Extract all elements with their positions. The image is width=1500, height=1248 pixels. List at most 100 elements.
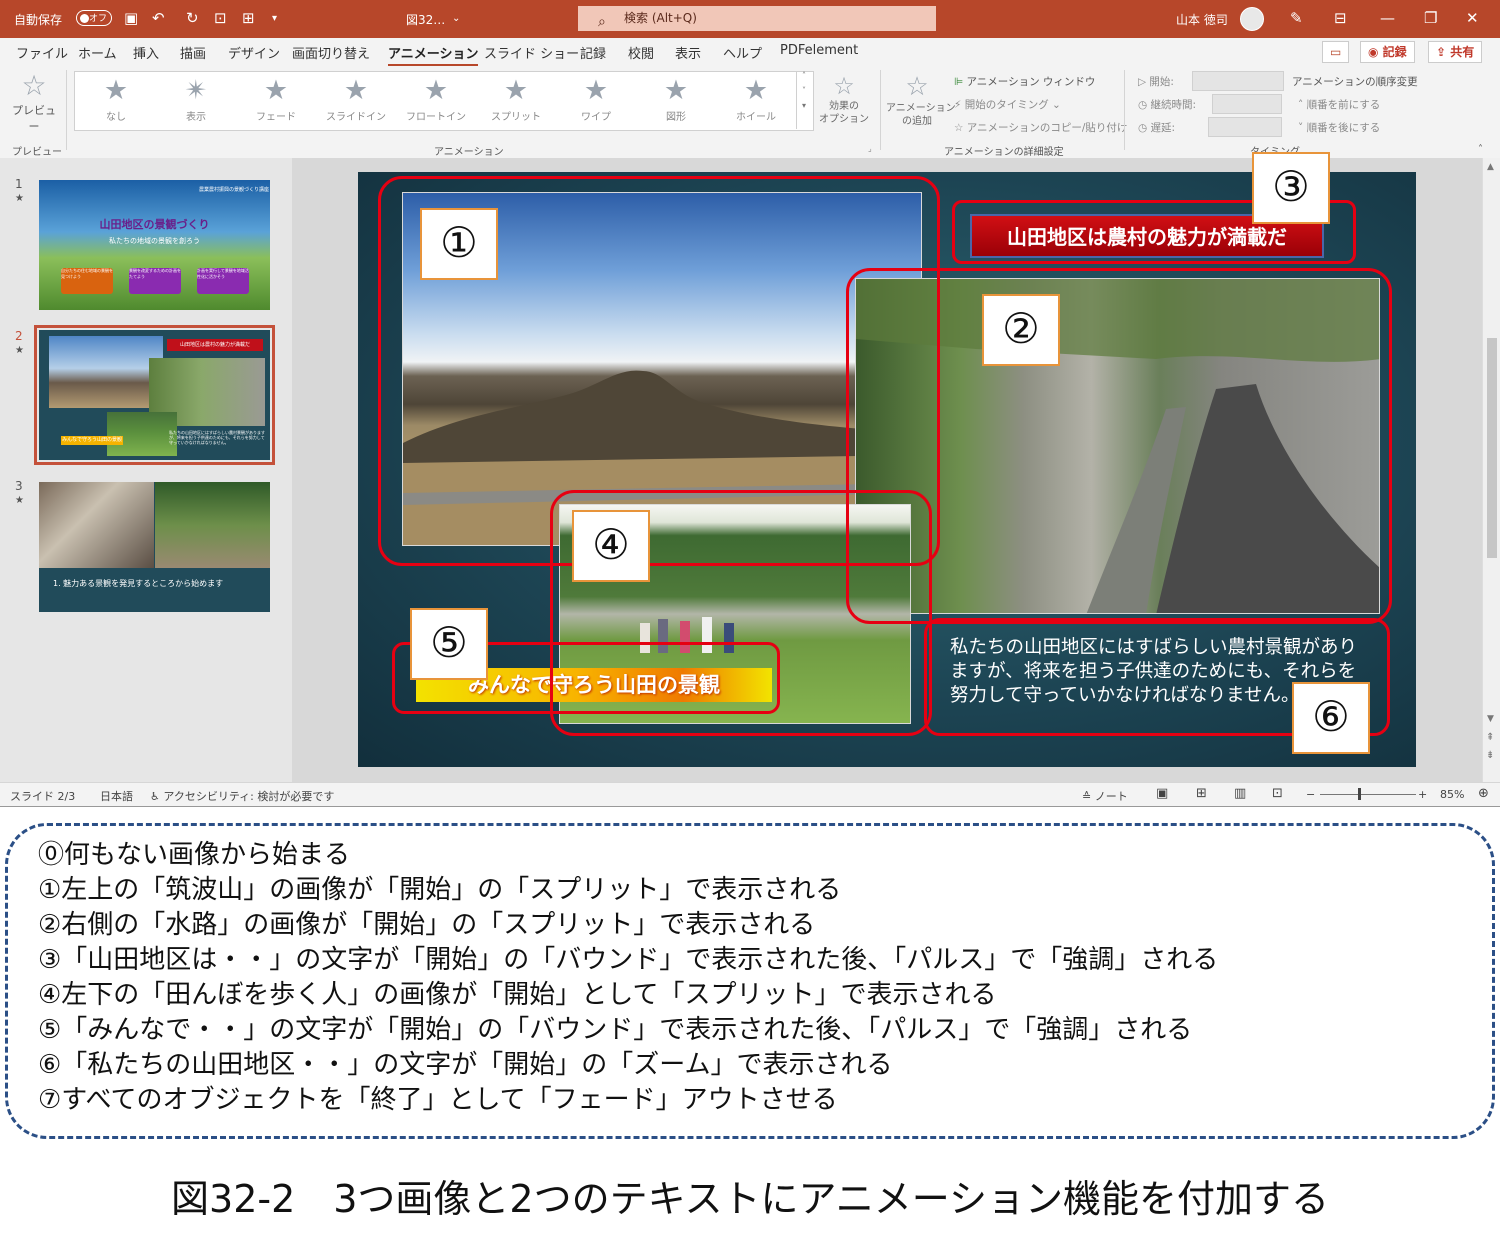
duration-input[interactable]: [1212, 94, 1282, 114]
slide-thumbnail-pane: 1 ★ 農業農村振興の景観づくり講座 山田地区の景観づくり 私たちの地域の景観を…: [0, 158, 293, 782]
tab-design[interactable]: デザイン: [228, 43, 280, 62]
tab-draw[interactable]: 描画: [180, 43, 206, 62]
preview-button[interactable]: ☆ プレビュー: [8, 70, 60, 134]
add-animation-button[interactable]: ☆ アニメーション の追加: [886, 72, 956, 128]
animation-painter-button[interactable]: ☆ アニメーションのコピー/貼り付け: [954, 120, 1127, 135]
customize-icon[interactable]: ⊞: [242, 9, 255, 27]
reading-view-icon[interactable]: ▥: [1234, 786, 1246, 801]
tab-home[interactable]: ホーム: [78, 43, 117, 62]
qat-dropdown-icon[interactable]: ▾: [272, 13, 277, 24]
anim-none[interactable]: ★ なし: [81, 74, 151, 123]
slide-thumbnail-3[interactable]: 1. 魅力ある景観を発見するところから始めます: [39, 482, 270, 612]
zoom-slider-thumb[interactable]: [1358, 788, 1361, 800]
restore-icon[interactable]: ❐: [1424, 9, 1437, 27]
tab-pdfelement[interactable]: PDFelement: [780, 43, 858, 58]
animation-pane-button[interactable]: ⊫ アニメーション ウィンドウ: [954, 74, 1095, 89]
accessibility-status[interactable]: ♿ アクセシビリティ: 検討が必要です: [150, 788, 334, 804]
preview-label: プレビュー: [12, 104, 56, 133]
anim-split[interactable]: ★ スプリット: [481, 74, 551, 123]
marker-1: ①: [420, 208, 498, 280]
slide-sorter-icon[interactable]: ⊞: [1196, 786, 1207, 801]
search-box[interactable]: ⌕ 検索 (Alt+Q): [578, 6, 936, 31]
anim-fade[interactable]: ★ フェード: [241, 74, 311, 123]
fit-slide-icon[interactable]: ⊕: [1478, 786, 1489, 801]
tab-help[interactable]: ヘルプ: [723, 43, 762, 62]
ribbon-display-icon[interactable]: ⊟: [1334, 9, 1347, 27]
tab-insert[interactable]: 挿入: [133, 43, 159, 62]
thumb-subtitle: 私たちの地域の景観を創ろう: [109, 237, 200, 245]
vertical-scrollbar[interactable]: ▲ ▼ ⇞ ⇟: [1482, 158, 1500, 782]
step-line: ②右側の「水路」の画像が「開始」の「スプリット」で表示される: [38, 910, 816, 940]
slide-thumbnail-2[interactable]: 山田地区は農村の魅力が満載だ みんなで守ろう山田の景観 私たちの山田地区にはすば…: [34, 325, 275, 465]
reorder-label: アニメーションの順序変更: [1292, 76, 1418, 88]
tab-view[interactable]: 表示: [675, 43, 701, 62]
anim-wipe[interactable]: ★ ワイプ: [561, 74, 631, 123]
filename-chevron-icon[interactable]: ⌄: [452, 13, 460, 24]
trigger-button[interactable]: ⚡ 開始のタイミング ⌄: [954, 97, 1061, 112]
animation-pane-icon: ⊫: [954, 76, 964, 88]
zoom-out-icon[interactable]: −: [1306, 788, 1315, 801]
lightning-icon: ⚡: [954, 99, 962, 111]
slideshow-view-icon[interactable]: ⊡: [1272, 786, 1283, 801]
anim-appear[interactable]: ✴ 表示: [161, 74, 231, 123]
start-select[interactable]: [1192, 71, 1284, 91]
minimize-icon[interactable]: —: [1380, 9, 1395, 27]
scroll-up-icon[interactable]: ▲: [1487, 162, 1494, 172]
start-label: ▷ 開始:: [1138, 76, 1174, 88]
move-later-button[interactable]: ˅ 順番を後にする: [1298, 120, 1380, 135]
collapse-ribbon-icon[interactable]: ˄: [1478, 144, 1483, 155]
zoom-in-icon[interactable]: +: [1418, 788, 1427, 801]
share-button[interactable]: ⇪ 共有: [1428, 41, 1483, 63]
delay-input[interactable]: [1208, 117, 1282, 137]
tab-transitions[interactable]: 画面切り替え: [292, 43, 370, 62]
scroll-down-icon[interactable]: ▼: [1487, 714, 1494, 724]
tab-animations[interactable]: アニメーション: [388, 43, 479, 67]
dialog-launcher-icon[interactable]: ⌟: [868, 144, 872, 153]
thumb-banner: 山田地区は農村の魅力が満載だ: [167, 339, 263, 351]
star-icon: ★: [743, 75, 769, 106]
effect-options-button[interactable]: ☆ 効果の オプション: [816, 72, 872, 126]
pen-icon[interactable]: ✎: [1290, 9, 1303, 27]
move-earlier-button[interactable]: ˄ 順番を前にする: [1298, 97, 1380, 112]
status-bar: スライド 2/3 日本語 ♿ アクセシビリティ: 検討が必要です ≙ ノート ▣…: [0, 782, 1500, 806]
animation-star-icon: ★: [15, 495, 24, 506]
anim-float-in[interactable]: ★ フロートイン: [401, 74, 471, 123]
previous-slide-icon[interactable]: ⇞: [1486, 732, 1494, 743]
effect-options-icon: ☆: [833, 72, 855, 100]
thumb-small-header: 農業農村振興の景観づくり講座: [199, 187, 270, 193]
save-icon[interactable]: ▣: [124, 9, 138, 27]
slide-thumbnail-1[interactable]: 農業農村振興の景観づくり講座 山田地区の景観づくり 私たちの地域の景観を創ろう …: [39, 180, 270, 310]
advanced-group-label: アニメーションの詳細設定: [944, 147, 1064, 158]
anim-shape[interactable]: ★ 図形: [641, 74, 711, 123]
add-animation-label: アニメーション の追加: [886, 103, 956, 127]
notes-button[interactable]: ≙ ノート: [1082, 788, 1128, 804]
gallery-scroll[interactable]: ˄ ˅ ▾: [796, 71, 811, 129]
tab-review[interactable]: 校閲: [628, 43, 654, 62]
next-slide-icon[interactable]: ⇟: [1486, 750, 1494, 761]
tab-slideshow[interactable]: スライド ショー: [484, 43, 579, 62]
user-name[interactable]: 山本 徳司: [1176, 11, 1228, 28]
tab-file[interactable]: ファイル: [16, 43, 68, 62]
zoom-slider[interactable]: [1320, 794, 1416, 795]
anim-fly-in[interactable]: ★ スライドイン: [321, 74, 391, 123]
scroll-thumb[interactable]: [1487, 338, 1497, 558]
present-icon[interactable]: ⊡: [214, 9, 227, 27]
redo-icon[interactable]: ↻: [186, 9, 199, 27]
avatar[interactable]: [1240, 7, 1264, 31]
comments-button[interactable]: ▭: [1322, 41, 1350, 63]
anim-wheel[interactable]: ★ ホイール: [721, 74, 791, 123]
current-slide[interactable]: 山田地区は農村の魅力が満載だ みんなで守ろう山田の景観 私たちの山田地区にはすば…: [358, 172, 1416, 767]
record-button[interactable]: ◉ 記録: [1360, 41, 1415, 63]
normal-view-icon[interactable]: ▣: [1156, 786, 1168, 801]
file-name[interactable]: 図32…: [406, 11, 445, 28]
autosave-label: 自動保存: [14, 13, 63, 27]
step-line: ⑥「私たちの山田地区・・」の文字が「開始」の「ズーム」で表示される: [38, 1050, 893, 1080]
step-line: ⓪何もない画像から始まる: [38, 840, 351, 870]
undo-icon[interactable]: ↶: [152, 9, 165, 27]
tab-record[interactable]: 記録: [580, 43, 606, 62]
language-indicator[interactable]: 日本語: [100, 788, 133, 804]
title-bar: 自動保存 オフ ▣ ↶ ↻ ⊡ ⊞ ▾ 図32… ⌄ ⌕ 検索 (Alt+Q) …: [0, 0, 1500, 38]
zoom-level[interactable]: 85%: [1440, 788, 1464, 801]
close-icon[interactable]: ✕: [1466, 9, 1479, 27]
autosave-toggle[interactable]: オフ: [76, 10, 112, 26]
